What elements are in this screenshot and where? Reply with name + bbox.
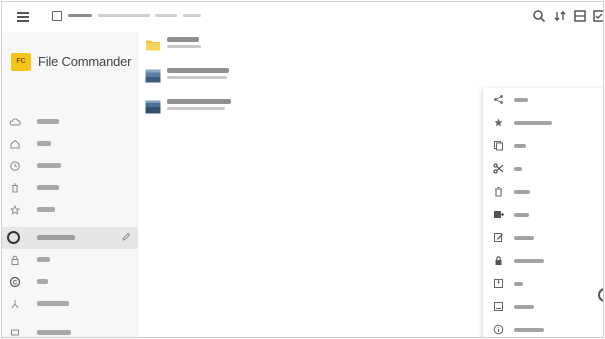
local-network-icon	[11, 300, 19, 309]
menu-item-label	[514, 213, 529, 217]
menu-item-label	[514, 305, 534, 309]
sidebar-item-label	[37, 163, 61, 168]
open-with-icon	[494, 302, 503, 311]
menu-item-move[interactable]	[483, 204, 603, 227]
select-all-icon[interactable]	[592, 9, 604, 23]
properties-icon	[493, 324, 504, 335]
sidebar-item-favorites[interactable]	[2, 199, 138, 221]
sidebar-item-label	[37, 301, 69, 306]
edit-icon[interactable]	[121, 232, 131, 242]
convert-icon: C	[9, 276, 21, 288]
device-icon[interactable]	[52, 11, 62, 21]
sidebar-item-label	[37, 279, 48, 284]
move-icon	[494, 211, 504, 218]
menu-item-move-to-vault[interactable]	[483, 250, 603, 273]
sidebar-item-local-network[interactable]	[2, 293, 138, 315]
file-name	[167, 99, 231, 104]
menu-item-open-with[interactable]	[483, 296, 603, 319]
sidebar-item-label	[37, 207, 55, 212]
sidebar-item-internal-storage[interactable]	[2, 227, 138, 249]
sidebar-item-recycle-bin[interactable]	[2, 177, 138, 199]
sidebar-item-label	[37, 330, 71, 335]
sidebar-item-recent-files[interactable]	[2, 155, 138, 177]
file-meta	[167, 107, 225, 110]
breadcrumb-item[interactable]	[68, 14, 92, 17]
sidebar-item-vault[interactable]	[2, 249, 138, 271]
file-name	[167, 68, 229, 73]
menu-item-label	[514, 190, 530, 194]
app-logo: FC	[11, 53, 31, 71]
menu-item-label	[514, 328, 544, 332]
network-icon	[11, 329, 19, 336]
sidebar-item-convert[interactable]: C	[2, 271, 138, 293]
menu-item-label	[514, 98, 528, 102]
sidebar-item-network[interactable]	[2, 322, 138, 337]
file-row-folder[interactable]	[139, 32, 603, 62]
view-mode-icon[interactable]	[573, 9, 587, 23]
context-menu	[483, 88, 603, 337]
folder-icon	[146, 40, 160, 51]
sidebar-item-add-cloud[interactable]	[2, 111, 138, 133]
favorites-icon	[9, 204, 21, 215]
breadcrumb-item[interactable]	[97, 14, 150, 17]
delete-icon	[495, 186, 502, 197]
sidebar-item-label	[37, 141, 51, 146]
menu-item-copy[interactable]	[483, 135, 603, 158]
menu-item-properties[interactable]	[483, 319, 603, 337]
sidebar-item-label	[37, 235, 75, 240]
copy-icon	[494, 141, 503, 151]
add-cloud-icon	[9, 118, 21, 126]
rename-icon	[494, 233, 503, 242]
menu-item-add-to-favorites[interactable]	[483, 112, 603, 135]
menu-item-label	[514, 121, 552, 125]
zip-icon	[494, 279, 503, 288]
sidebar-item-label	[37, 119, 59, 124]
breadcrumb-item[interactable]	[155, 14, 178, 17]
breadcrumb	[68, 12, 218, 20]
file-meta	[167, 45, 201, 48]
recycle-bin-icon	[12, 183, 18, 193]
app-title: File Commander	[38, 54, 132, 69]
menu-item-delete[interactable]	[483, 181, 603, 204]
menu-item-rename[interactable]	[483, 227, 603, 250]
sidebar: FC File Commander C	[2, 32, 138, 337]
sidebar-item-label	[37, 257, 50, 262]
app-window: FC File Commander C	[1, 1, 604, 338]
svg-text:C: C	[13, 280, 18, 286]
image-thumbnail-icon	[145, 100, 161, 114]
menu-item-cut[interactable]	[483, 158, 603, 181]
home-icon	[10, 139, 20, 149]
file-name	[167, 37, 199, 42]
file-meta	[167, 76, 227, 79]
share-icon	[494, 95, 503, 104]
cut-icon	[493, 163, 504, 174]
move-to-vault-icon	[495, 256, 502, 265]
menu-item-label	[514, 144, 526, 148]
internal-storage-icon	[7, 231, 20, 244]
sidebar-item-home[interactable]	[2, 133, 138, 155]
menu-item-label	[514, 236, 534, 240]
search-icon[interactable]	[532, 9, 546, 23]
top-toolbar	[2, 2, 604, 32]
vault-icon	[11, 255, 19, 265]
recent-files-icon	[10, 161, 20, 171]
menu-item-share[interactable]	[483, 89, 603, 112]
menu-item-zip[interactable]	[483, 273, 603, 296]
sort-icon[interactable]	[553, 9, 567, 23]
add-to-favorites-icon	[494, 118, 503, 127]
sidebar-item-label	[37, 185, 59, 190]
image-thumbnail-icon	[145, 69, 161, 83]
menu-icon[interactable]	[17, 12, 29, 22]
menu-item-label	[514, 259, 544, 263]
menu-item-label	[514, 282, 523, 286]
menu-item-label	[514, 167, 522, 171]
breadcrumb-item[interactable]	[183, 14, 202, 17]
